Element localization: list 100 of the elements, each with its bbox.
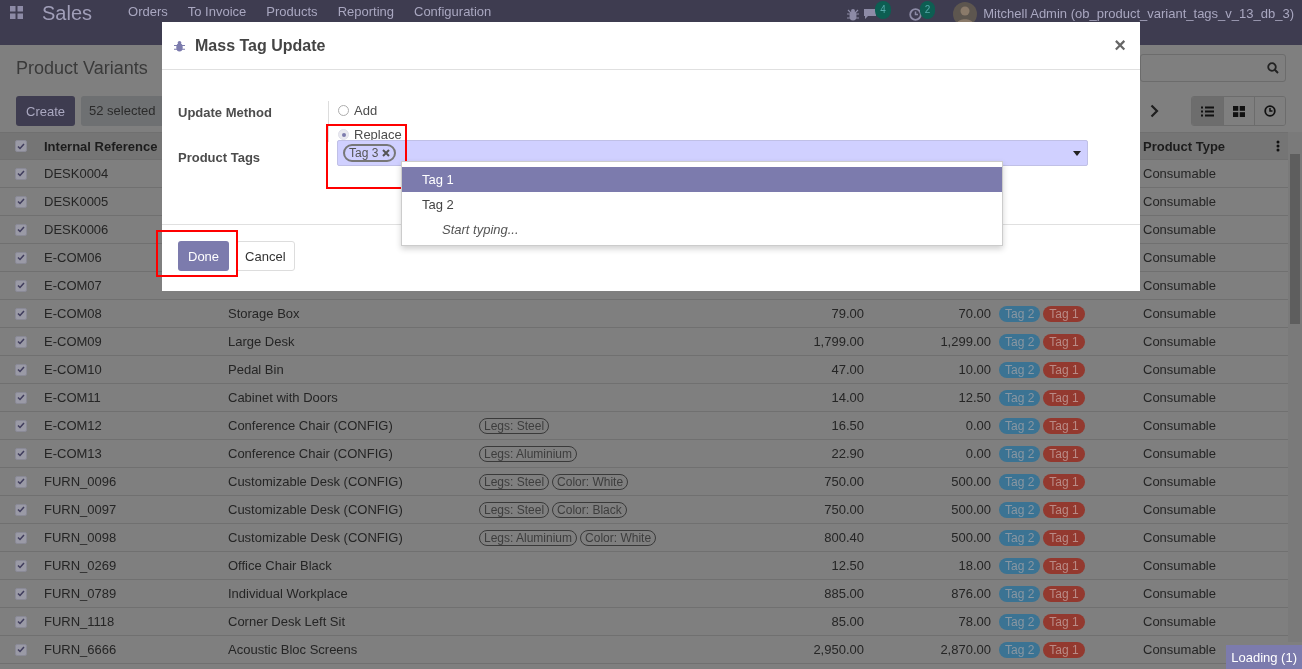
- row-checkbox[interactable]: [14, 531, 27, 544]
- menu-item[interactable]: Reporting: [337, 4, 394, 20]
- cancel-button[interactable]: Cancel: [236, 241, 295, 271]
- row-checkbox[interactable]: [14, 363, 27, 376]
- product-tag: Tag 2: [999, 305, 1041, 322]
- table-cell: DESK0006: [44, 222, 109, 237]
- dropdown-item[interactable]: Tag 2: [402, 192, 1002, 217]
- table-cell: E-COM10: [44, 362, 102, 377]
- app-name: Sales: [42, 4, 93, 22]
- remove-icon[interactable]: [382, 149, 391, 157]
- list-icon[interactable]: [1201, 105, 1214, 117]
- table-cell: 12.50: [831, 558, 864, 573]
- search-field[interactable]: [1140, 54, 1286, 82]
- table-cell: Acoustic Bloc Screens: [228, 642, 358, 657]
- row-checkbox[interactable]: [14, 391, 27, 404]
- scrollbar-thumb[interactable]: [1290, 154, 1300, 324]
- row-checkbox[interactable]: [14, 587, 27, 600]
- chat-icon[interactable]: [863, 8, 878, 20]
- table-cell: FURN_0789: [44, 586, 117, 601]
- table-cell-text: Consumable: [1142, 502, 1217, 517]
- table-cell: 500.00: [951, 502, 991, 517]
- table-cell: 22.90: [831, 446, 864, 461]
- table-cell-text: Consumable: [1142, 250, 1217, 265]
- table-cell: FURN_0098: [44, 530, 117, 545]
- clock-icon[interactable]: [1264, 105, 1276, 117]
- next-page-icon[interactable]: [1150, 104, 1159, 118]
- table-cell: Office Chair Black: [228, 558, 332, 573]
- table-cell-text: Consumable: [1142, 530, 1217, 545]
- row-checkbox[interactable]: [14, 419, 27, 432]
- table-cell-text: Consumable: [1142, 278, 1217, 293]
- table-cell: 500.00: [951, 530, 991, 545]
- scrollbar[interactable]: [1288, 132, 1302, 642]
- user-name[interactable]: Mitchell Admin (ob_product_variant_tags_v_13_db_3): [983, 7, 1294, 21]
- column-options-icon[interactable]: [1276, 140, 1280, 152]
- table-cell-text: Consumable: [1142, 446, 1217, 461]
- grid-icon[interactable]: [1233, 105, 1245, 117]
- table-cell: E-COM12: [44, 418, 102, 433]
- table-cell: 18.00: [958, 558, 991, 573]
- product-tag: Tag 1: [1043, 585, 1085, 602]
- product-tag: Tag 1: [1043, 641, 1085, 658]
- menu-item[interactable]: Orders: [128, 4, 168, 20]
- close-button[interactable]: ×: [1112, 34, 1128, 57]
- product-tag: Tag 2: [999, 333, 1041, 350]
- table-cell: FURN_0269: [44, 558, 117, 573]
- table-cell-text: Consumable: [1142, 362, 1217, 377]
- row-checkbox[interactable]: [14, 559, 27, 572]
- table-cell: 876.00: [951, 586, 991, 601]
- column-header[interactable]: Product Type: [1143, 138, 1226, 154]
- menu-item[interactable]: Configuration: [414, 4, 492, 20]
- activity-view-button[interactable]: [1254, 97, 1285, 125]
- radio-label[interactable]: Add: [354, 103, 378, 118]
- page-title: Product Variants: [16, 57, 148, 79]
- row-checkbox[interactable]: [14, 615, 27, 628]
- table-cell: 750.00: [824, 474, 864, 489]
- radio-label[interactable]: Replace: [354, 127, 402, 142]
- table-cell-text: Consumable: [1142, 558, 1217, 573]
- dropdown-item[interactable]: Tag 1: [402, 167, 1002, 192]
- row-checkbox[interactable]: [14, 251, 27, 264]
- table-cell-text: Consumable: [1142, 334, 1217, 349]
- selected-tag[interactable]: Tag 3: [343, 144, 397, 162]
- row-checkbox[interactable]: [14, 195, 27, 208]
- search-icon[interactable]: [1267, 62, 1279, 74]
- table-cell-text: Consumable: [1142, 166, 1217, 181]
- table-cell: 885.00: [824, 586, 864, 601]
- product-tag: Tag 1: [1043, 417, 1085, 434]
- table-cell: Large Desk: [228, 334, 295, 349]
- caret-icon[interactable]: [1073, 150, 1081, 156]
- table-cell-text: Consumable: [1142, 222, 1217, 237]
- table-cell-text: Consumable: [1142, 306, 1217, 321]
- clock-icon[interactable]: [908, 7, 922, 21]
- row-checkbox[interactable]: [14, 643, 27, 656]
- table-cell: 1,299.00: [940, 334, 991, 349]
- product-tag: Tag 1: [1043, 361, 1085, 378]
- row-checkbox[interactable]: [14, 335, 27, 348]
- row-checkbox[interactable]: [14, 167, 27, 180]
- table-cell: 2,950.00: [813, 642, 864, 657]
- table-cell: FURN_1118: [44, 614, 115, 629]
- apps-grid-icon[interactable]: [10, 6, 23, 19]
- bug-icon[interactable]: [847, 7, 860, 21]
- row-checkbox[interactable]: [14, 223, 27, 236]
- product-tag: Tag 1: [1043, 445, 1085, 462]
- row-checkbox[interactable]: [14, 307, 27, 320]
- selection-count: 52 selected: [81, 96, 164, 126]
- create-button[interactable]: Create: [16, 96, 76, 126]
- table-cell: 14.00: [831, 390, 864, 405]
- table-cell: Storage Box: [228, 306, 300, 321]
- row-checkbox[interactable]: [14, 279, 27, 292]
- row-checkbox[interactable]: [14, 447, 27, 460]
- table-cell: 800.40: [824, 530, 864, 545]
- menu-item[interactable]: To Invoice: [187, 4, 247, 20]
- table-cell: 2,870.00: [940, 642, 991, 657]
- menu-item[interactable]: Products: [266, 4, 318, 20]
- table-cell: Cabinet with Doors: [228, 390, 338, 405]
- row-checkbox[interactable]: [14, 503, 27, 516]
- notification-badge: 2: [919, 1, 936, 19]
- table-cell: E-COM11: [44, 390, 101, 405]
- list-view-button[interactable]: [1192, 97, 1223, 125]
- select-all-checkbox[interactable]: [14, 140, 27, 152]
- done-button[interactable]: Done: [178, 241, 230, 271]
- row-checkbox[interactable]: [14, 475, 27, 488]
